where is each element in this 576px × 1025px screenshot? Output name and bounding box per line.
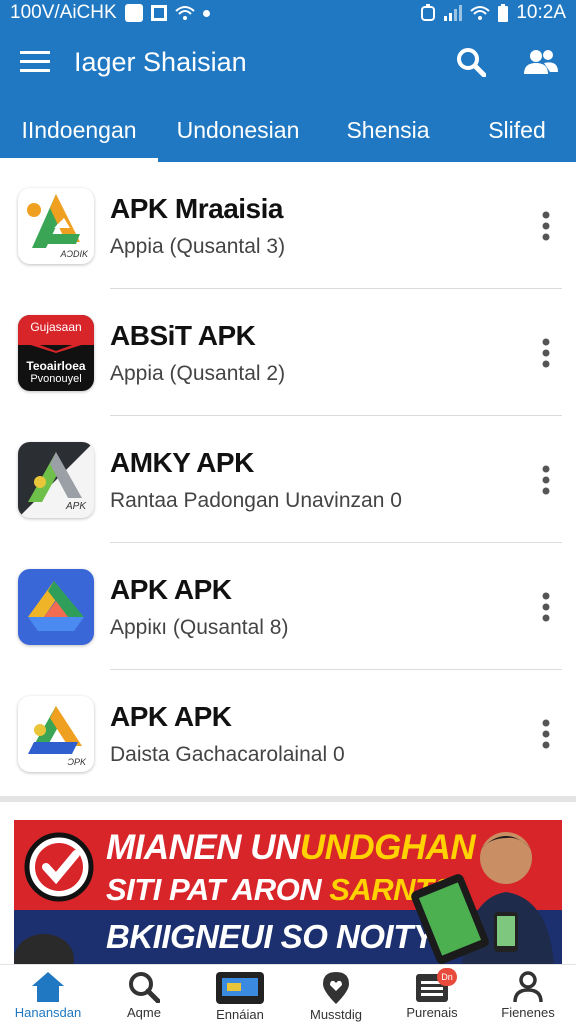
more-options-icon[interactable] [516,704,576,764]
app-icon-text: APK [65,500,86,512]
nav-label: Hanansdan [14,1005,82,1020]
nav-location[interactable]: Musstdig [288,965,384,1025]
more-options-icon[interactable] [516,577,576,637]
app-icon-text: Pvonouyel [30,372,82,385]
banner-subline-white: SITI PAT ARON [106,872,330,907]
nav-profile[interactable]: Fienenes [480,965,576,1025]
tab-label: Slifed [488,116,546,143]
tab-label: IIndoengan [21,116,137,143]
banner-tagline: BKIIGNEUI SO NOITY! [106,918,445,955]
app-icon-text: AƆDIK [60,248,88,259]
app-subtitle: Appia (Qusantal 3) [110,234,286,258]
list-item[interactable]: ƆPK APK APK Daista Gachacarolainal 0 [0,670,576,797]
app-bar: Iager Shaisian [0,26,576,98]
status-right: 10:2A [420,2,566,24]
square-icon [150,5,167,21]
app-text: APK Mraaisia Appia (Qusantal 3) [110,193,516,259]
tab-bar: IIndoengan Undonesian Shensia Slifed [0,98,576,162]
app-icon: AƆDIK [18,187,94,264]
location-icon [323,972,349,1004]
notification-app-icon [124,4,143,22]
battery-icon [498,4,509,22]
search-icon [129,972,160,1003]
search-icon[interactable] [436,26,506,98]
app-icon: ƆPK [18,695,94,772]
bottom-navigation: Hanansdan Aqme Ennáian Musstdig Dn Puren… [0,964,576,1024]
app-icon-text: ƆPK [67,756,86,767]
app-title: Iager Shaisian [74,46,247,77]
list-item[interactable]: AƆDIK APK Mraaisia Appia (Qusantal 3) [0,162,576,289]
app-name: AMKY APK [110,446,254,478]
app-icon-text: Teoairloea [26,358,86,373]
checkmark-badge-icon [24,832,94,902]
signal-icon [444,5,463,21]
more-options-icon[interactable] [516,196,576,256]
nav-list[interactable]: Dn Purenais [384,965,480,1025]
menu-icon[interactable] [0,26,70,98]
nav-label: Ennáian [216,1007,264,1022]
nav-label: Purenais [406,1005,458,1020]
wifi-icon [175,6,195,20]
promo-banner[interactable]: MIANEN UNUNDGHAN SITI PAT ARON SARNTS BK… [14,820,562,964]
app-icon [18,568,94,645]
tab-undonesian[interactable]: Undonesian [158,98,318,162]
status-time: 10:2A [516,2,566,23]
nav-label: Musstdig [309,1007,363,1022]
nav-search[interactable]: Aqme [96,965,192,1025]
app-text: ABSiT APK Appia (Qusantal 2) [110,320,516,386]
app-name: APK Mraaisia [110,192,283,224]
list-item[interactable]: APK APK Appiкı (Qusantal 8) [0,543,576,670]
app-subtitle: Appia (Qusantal 2) [110,361,286,385]
app-icon: Gujasaan Teoairloea Pvonouyel [18,314,94,391]
alarm-icon [421,4,436,21]
app-icon: APK [18,441,94,518]
more-options-icon[interactable] [516,323,576,383]
nav-label: Aqme [127,1005,161,1020]
app-subtitle: Appiкı (Qusantal 8) [110,615,289,639]
app-name: ABSiT APK [110,319,256,351]
tab-label: Shensia [346,116,430,143]
app-list: AƆDIK APK Mraaisia Appia (Qusantal 3) Gu… [0,162,576,802]
more-options-icon[interactable] [516,450,576,510]
status-text: 100V/AiCHK [10,2,117,23]
status-left: 100V/AiCHK [10,2,210,24]
list-item[interactable]: Gujasaan Teoairloea Pvonouyel ABSiT APK … [0,289,576,416]
banner-headline-white: MIANEN UN [106,828,300,867]
home-icon [32,972,64,1002]
profile-icon [513,971,543,1003]
app-name: APK APK [110,700,232,732]
tab-label: Undonesian [176,116,300,143]
wifi-icon [470,6,491,20]
nav-home[interactable]: Hanansdan [0,965,96,1025]
tab-slifed[interactable]: Slifed [458,98,576,162]
people-icon[interactable] [506,26,576,98]
tab-indoengan[interactable]: IIndoengan [0,98,158,162]
nav-wallet[interactable]: Ennáian [192,965,288,1025]
tab-shensia[interactable]: Shensia [318,98,458,162]
app-name: APK APK [110,573,232,605]
person-with-phone-image [411,832,554,964]
app-subtitle: Rantaa Padongan Unavinzan 0 [110,488,402,512]
app-subtitle: Daista Gachacarolainal 0 [110,742,345,766]
app-text: APK APK Appiкı (Qusantal 8) [110,574,516,640]
app-icon-text: Gujasaan [30,319,82,334]
wallet-icon [216,972,264,1004]
list-item[interactable]: APK AMKY APK Rantaa Padongan Unavinzan 0 [0,416,576,543]
status-bar: 100V/AiCHK 10:2A [0,0,576,26]
dot-icon [202,9,210,17]
app-text: AMKY APK Rantaa Padongan Unavinzan 0 [110,447,516,513]
nav-label: Fienenes [501,1005,555,1020]
app-text: APK APK Daista Gachacarolainal 0 [110,701,516,767]
notification-badge: Dn [437,968,457,986]
